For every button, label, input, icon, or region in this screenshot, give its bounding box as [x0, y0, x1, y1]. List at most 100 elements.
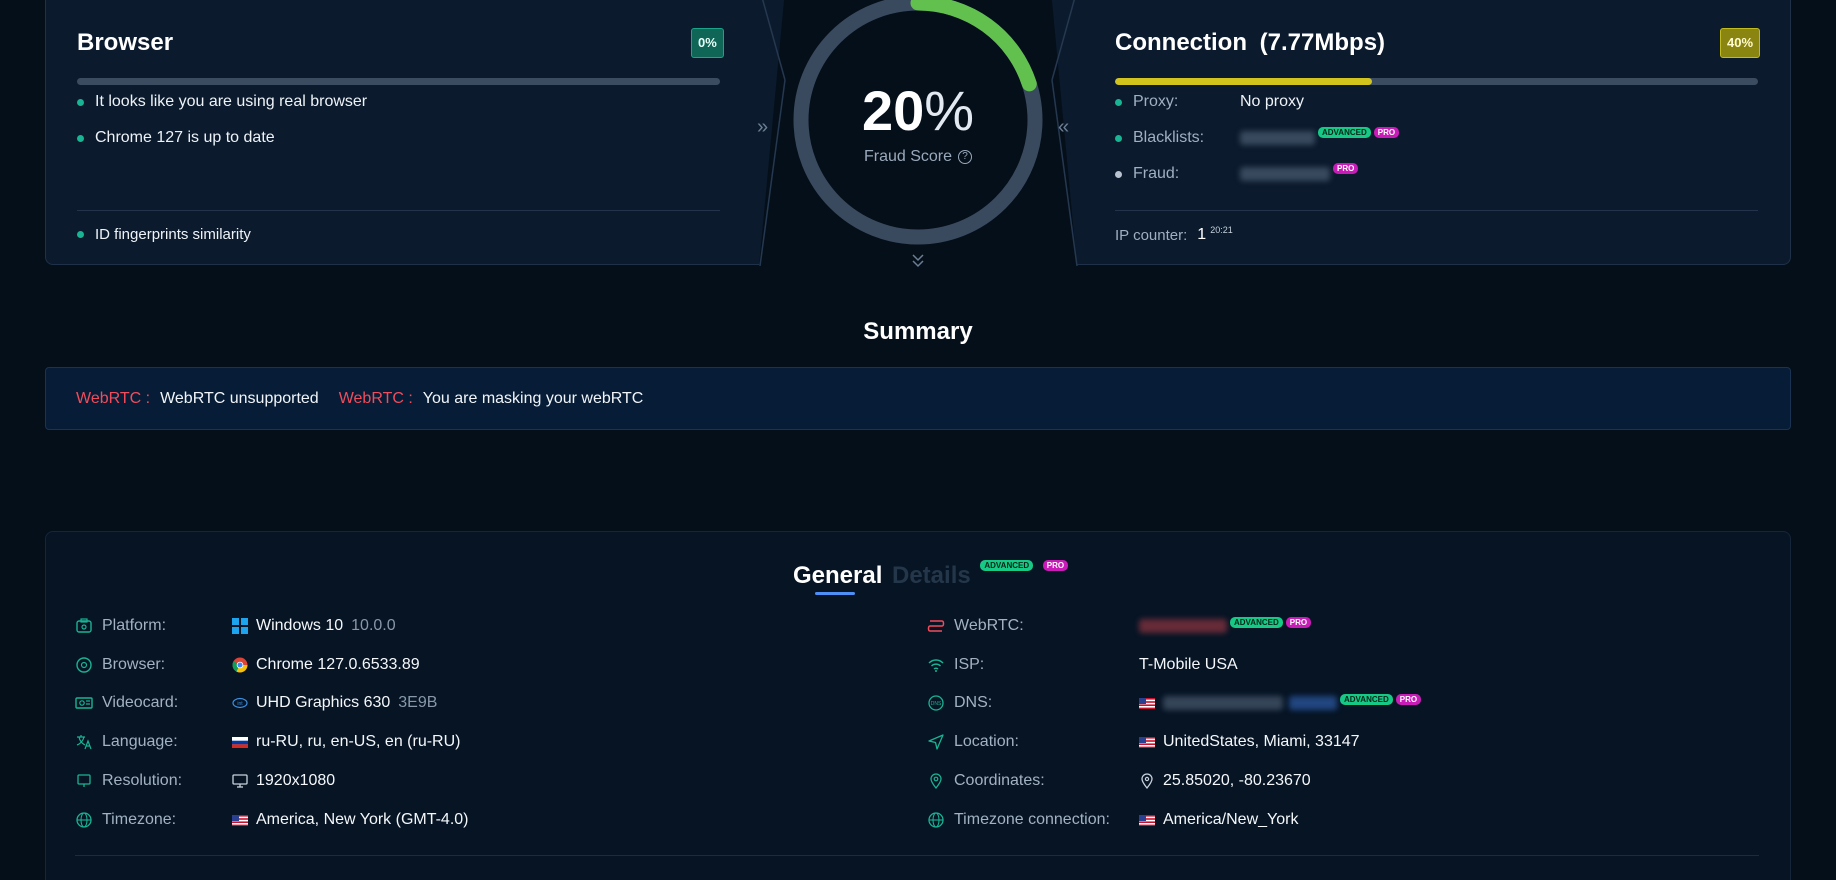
- fingerprint-similarity-item[interactable]: ID fingerprints similarity: [77, 226, 251, 243]
- location-arrow-icon: [928, 734, 944, 750]
- chevron-left-icon: «: [1058, 116, 1070, 138]
- flag-us-icon: [1139, 697, 1155, 709]
- timezone-value: America, New York (GMT-4.0): [232, 808, 469, 832]
- timezone-connection-text: America/New_York: [1163, 811, 1299, 828]
- status-dot: [1115, 134, 1122, 142]
- pro-tag[interactable]: PRO: [1285, 616, 1312, 628]
- chrome-icon: [232, 657, 248, 673]
- pro-tag[interactable]: PRO: [1373, 126, 1400, 138]
- blacklists-row: Blacklists: ADVANCED PRO: [1115, 126, 1400, 147]
- windows-icon: [232, 618, 248, 634]
- status-dot: [77, 231, 84, 238]
- blacklists-label: Blacklists:: [1133, 129, 1205, 146]
- location-row: Location:: [927, 730, 1019, 754]
- platform-label: Platform:: [102, 617, 167, 634]
- fraud-score-percent-sign: %: [924, 79, 975, 142]
- ip-counter-value: 1: [1197, 226, 1207, 243]
- connection-score-badge: 40%: [1720, 28, 1761, 58]
- language-value: ru-RU, ru, en-US, en (ru-RU): [232, 730, 460, 754]
- timezone-label: Timezone:: [102, 811, 177, 828]
- timezone-connection-row: Timezone connection:: [927, 808, 1110, 832]
- connection-progress-fill: [1115, 78, 1373, 85]
- blurred-blacklists-value: [1240, 131, 1315, 145]
- svg-text:DNS: DNS: [931, 701, 942, 707]
- proxy-value: No proxy: [1240, 93, 1305, 110]
- wifi-icon: [928, 659, 944, 672]
- fraud-score-arc: [910, 0, 1037, 92]
- connection-speed: (7.77Mbps): [1259, 29, 1386, 56]
- section-divider: [75, 855, 1759, 856]
- browser-score-badge: 0%: [691, 28, 724, 58]
- webrtc-label: WebRTC:: [954, 617, 1024, 634]
- isp-label: ISP:: [954, 656, 985, 673]
- flag-us-icon: [232, 814, 248, 826]
- dns-label: DNS:: [954, 694, 993, 711]
- location-text: UnitedStates, Miami, 33147: [1163, 733, 1360, 750]
- browser-row: Browser:: [75, 653, 165, 677]
- pro-tag[interactable]: PRO: [1333, 162, 1359, 174]
- summary-title: Summary: [863, 318, 973, 345]
- fingerprint-similarity-text: ID fingerprints similarity: [95, 226, 251, 243]
- fraud-score-label: Fraud Score?: [784, 148, 1052, 166]
- location-value: UnitedStates, Miami, 33147: [1139, 730, 1360, 754]
- blurred-fraud-value: [1240, 167, 1330, 181]
- connection-panel: Connection (7.77Mbps) 40% Proxy: No prox…: [1051, 0, 1791, 265]
- browser-check-item: It looks like you are using real browser: [77, 93, 367, 111]
- resolution-value: 1920x1080: [232, 769, 335, 793]
- videocard-icon: [75, 697, 93, 709]
- globe-icon: [76, 812, 92, 828]
- resolution-row: Resolution:: [75, 769, 182, 793]
- videocard-value: int UHD Graphics 630 3E9B: [232, 691, 437, 715]
- map-pin-icon: [930, 773, 942, 790]
- fraud-label: Fraud:: [1133, 165, 1180, 182]
- language-label: Language:: [102, 733, 178, 750]
- coordinates-label: Coordinates:: [954, 772, 1045, 789]
- timezone-row: Timezone:: [75, 808, 176, 832]
- blurred-more-link[interactable]: [1289, 696, 1337, 710]
- browser-panel-title: Browser: [77, 29, 174, 56]
- timezone-connection-value: America/New_York: [1139, 808, 1298, 832]
- browser-check-item: Chrome 127 is up to date: [77, 129, 275, 147]
- dns-icon: DNS: [928, 695, 944, 711]
- platform-row: Platform:: [75, 614, 166, 638]
- tab-general[interactable]: General: [793, 562, 882, 590]
- platform-version: 10.0.0: [351, 617, 396, 634]
- panel-divider: [1115, 210, 1758, 211]
- summary-warning-value: You are masking your webRTC: [422, 389, 644, 407]
- dns-value: ADVANCED PRO: [1139, 691, 1422, 715]
- language-list: ru-RU, ru, en-US, en (ru-RU): [256, 733, 461, 750]
- platform-os: Windows 10: [256, 617, 344, 634]
- ip-counter-row: IP counter: 1 20:21: [1115, 225, 1233, 244]
- intel-icon: int: [232, 697, 248, 709]
- platform-icon: [76, 618, 92, 633]
- fraud-score-number: 20: [861, 79, 925, 142]
- browser-panel: Browser 0% It looks like you are using r…: [45, 0, 785, 265]
- fraud-row: Fraud: PRO: [1115, 162, 1359, 183]
- summary-warning-key: WebRTC :: [338, 389, 413, 407]
- help-icon[interactable]: ?: [958, 149, 973, 164]
- blurred-webrtc-value: [1139, 619, 1227, 633]
- advanced-tag[interactable]: ADVANCED: [1230, 616, 1283, 628]
- videocard-model: UHD Graphics 630: [256, 694, 391, 711]
- coordinates-value: 25.85020, -80.23670: [1139, 769, 1311, 793]
- summary-warning-value: WebRTC unsupported: [160, 389, 319, 407]
- svg-text:int: int: [237, 701, 243, 707]
- pro-tag[interactable]: PRO: [1042, 560, 1069, 571]
- webrtc-icon: [927, 620, 945, 632]
- proxy-label: Proxy:: [1133, 93, 1179, 110]
- tab-details-label: Details: [892, 562, 971, 589]
- connection-panel-title: Connection (7.77Mbps): [1115, 29, 1385, 57]
- globe-icon: [928, 812, 944, 828]
- screen-icon: [232, 774, 248, 788]
- advanced-tag[interactable]: ADVANCED: [980, 560, 1034, 571]
- blurred-dns-value: [1163, 696, 1283, 710]
- advanced-tag[interactable]: ADVANCED: [1318, 126, 1371, 138]
- chevron-double-down-icon[interactable]: [910, 252, 926, 268]
- pro-tag[interactable]: PRO: [1395, 693, 1422, 705]
- advanced-tag[interactable]: ADVANCED: [1340, 693, 1393, 705]
- summary-box: WebRTC : WebRTC unsupported WebRTC : You…: [45, 367, 1791, 430]
- monitor-icon: [77, 774, 91, 787]
- tab-details[interactable]: Details ADVANCED PRO: [892, 560, 1069, 590]
- connection-title-text: Connection: [1115, 29, 1247, 56]
- videocard-row: Videocard:: [75, 691, 178, 715]
